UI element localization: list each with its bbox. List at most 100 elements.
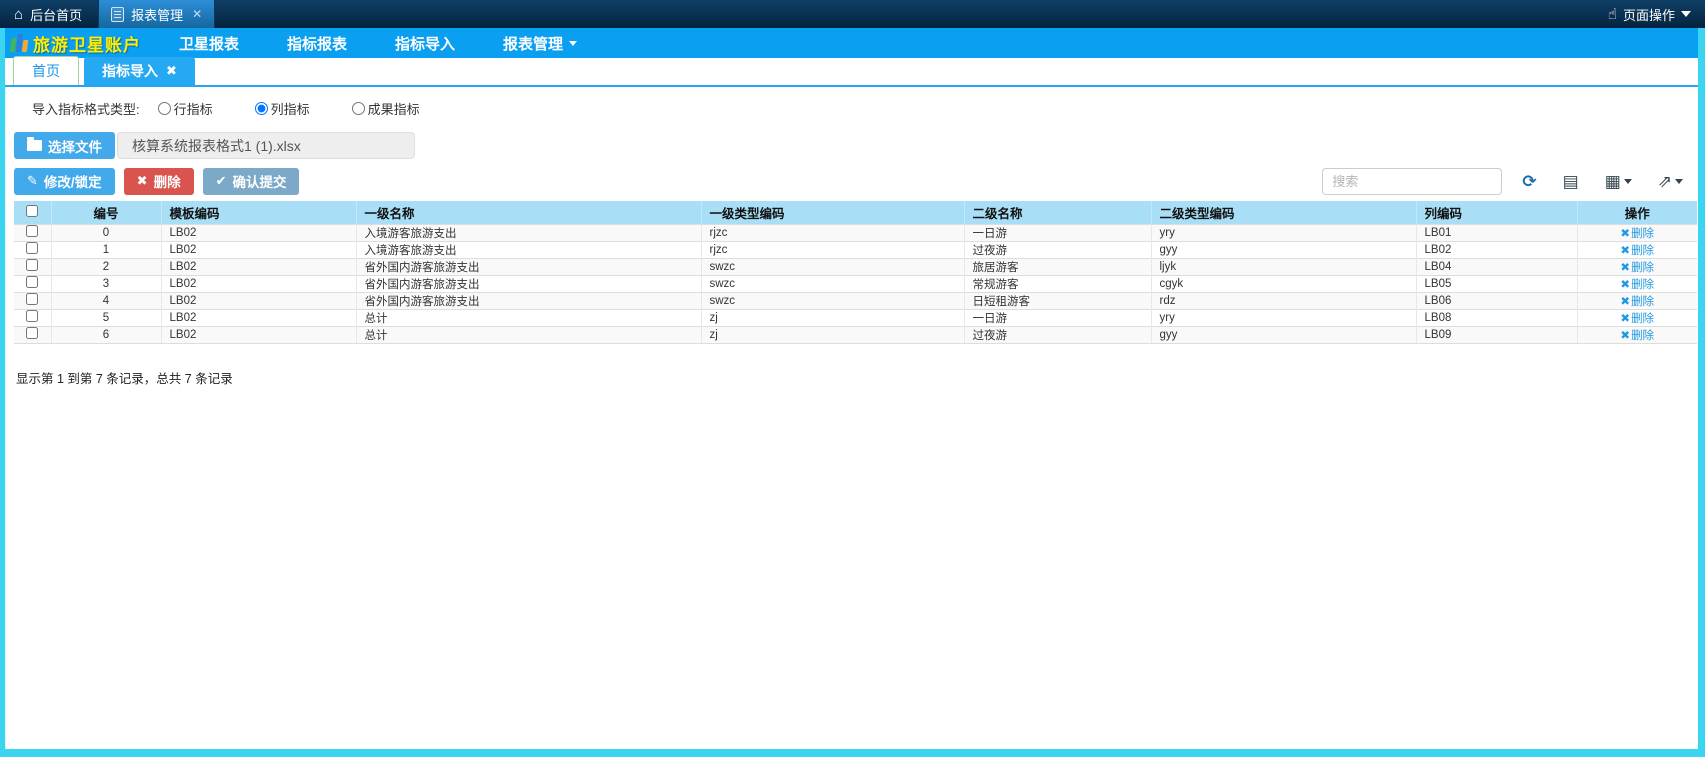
backend-home-label: 后台首页 [30,5,82,24]
caret-down-icon [1681,11,1691,17]
choose-file-button[interactable]: 选择文件 [14,132,115,159]
toggle-view-button[interactable]: ▤ [1557,173,1585,190]
column-header-level1-name[interactable]: 一级名称 [356,201,701,224]
delete-button[interactable]: ✖ 删除 [124,168,194,195]
cell-column-code: LB02 [1416,241,1577,258]
confirm-submit-button[interactable]: ✔ 确认提交 [203,168,300,195]
cell-level2-type-code: rdz [1151,292,1416,309]
column-header-row-number[interactable]: 编号 [51,201,161,224]
row-delete-link[interactable]: ✖删除 [1620,313,1654,325]
radio-option-label: 成果指标 [368,99,420,118]
column-header-operation[interactable]: 操作 [1577,201,1697,224]
row-delete-label: 删除 [1631,228,1654,240]
cell-level2-name: 一日游 [964,224,1151,241]
column-header-level2-name[interactable]: 二级名称 [964,201,1151,224]
cell-template-code: LB02 [161,224,356,241]
select-all-checkbox[interactable] [26,205,38,217]
column-header-level2-type-code[interactable]: 二级类型编码 [1151,201,1416,224]
top-tab-report-management[interactable]: 报表管理 ✕ [98,0,215,28]
cell-template-code: LB02 [161,241,356,258]
cell-level2-type-code: gyy [1151,326,1416,343]
modify-lock-label: 修改/锁定 [44,171,102,191]
row-checkbox[interactable] [26,242,38,254]
menu-item-label: 卫星报表 [179,33,239,54]
cell-operation: ✖删除 [1577,241,1697,258]
row-delete-link[interactable]: ✖删除 [1620,296,1654,308]
row-checkbox[interactable] [26,310,38,322]
cell-level2-type-code: ljyk [1151,258,1416,275]
cell-level2-type-code: cgyk [1151,275,1416,292]
cell-operation: ✖删除 [1577,258,1697,275]
cell-level2-name: 旅居游客 [964,258,1151,275]
app-window: ⌂ 后台首页 报表管理 ✕ ☝ 页面操作 旅游卫星账户 卫星报表指标报表指标导入… [0,0,1705,757]
table-row: 5LB02总计zj一日游yryLB08✖删除 [14,309,1697,326]
row-checkbox[interactable] [26,259,38,271]
caret-down-icon [1675,179,1683,184]
row-delete-label: 删除 [1631,245,1654,257]
row-checkbox[interactable] [26,293,38,305]
menu-item-1[interactable]: 卫星报表 [155,28,263,58]
cell-level1-name: 总计 [356,309,701,326]
main-panel: 导入指标格式类型: 行指标列指标成果指标 选择文件 核算系统报表格式1 (1).… [5,87,1698,749]
row-checkbox[interactable] [26,327,38,339]
search-input[interactable] [1322,168,1502,195]
cell-row-number: 5 [51,309,161,326]
confirm-submit-label: 确认提交 [232,171,286,191]
cell-template-code: LB02 [161,292,356,309]
columns-button[interactable]: ▦ [1599,173,1638,190]
row-delete-link[interactable]: ✖删除 [1620,228,1654,240]
cell-level1-type-code: rjzc [701,241,964,258]
cell-operation: ✖删除 [1577,326,1697,343]
menu-item-3[interactable]: 指标导入 [371,28,479,58]
row-delete-link[interactable]: ✖删除 [1620,245,1654,257]
radio-option-1[interactable]: 行指标 [158,99,213,118]
tab-close-icon[interactable]: ✖ [166,63,177,79]
row-checkbox[interactable] [26,276,38,288]
cell-template-code: LB02 [161,309,356,326]
cell-column-code: LB04 [1416,258,1577,275]
main-menu: 卫星报表 指标报表指标导入 报表管理 [155,28,601,58]
row-checkbox[interactable] [26,225,38,237]
top-tab-close-icon[interactable]: ✕ [192,7,202,21]
backend-home-button[interactable]: ⌂ 后台首页 [0,0,98,28]
column-header-template-code[interactable]: 模板编码 [161,201,356,224]
radio-option-3[interactable]: 成果指标 [352,99,420,118]
export-button[interactable]: ⇗ [1652,173,1689,190]
row-delete-icon: ✖ [1620,296,1630,308]
brand-chart-icon [10,34,30,52]
row-delete-icon: ✖ [1620,245,1630,257]
radio-input[interactable] [352,102,365,115]
row-delete-label: 删除 [1631,330,1654,342]
row-delete-label: 删除 [1631,296,1654,308]
column-header-level1-type-code[interactable]: 一级类型编码 [701,201,964,224]
format-type-label: 导入指标格式类型: [32,99,140,118]
tab-indicator-import[interactable]: 指标导入 ✖ [84,57,195,85]
cell-row-number: 6 [51,326,161,343]
menu-item-2[interactable]: 指标报表 [263,28,371,58]
choose-file-label: 选择文件 [48,136,102,156]
column-header-column-code[interactable]: 列编码 [1416,201,1577,224]
cell-template-code: LB02 [161,258,356,275]
brand-logo[interactable]: 旅游卫星账户 [5,31,155,56]
row-delete-link[interactable]: ✖删除 [1620,330,1654,342]
refresh-button[interactable]: ⟳ [1516,173,1542,190]
row-delete-link[interactable]: ✖删除 [1620,279,1654,291]
table-body: 0LB02入境游客旅游支出rjzc一日游yryLB01✖删除1LB02入境游客旅… [14,224,1697,343]
page-actions-menu[interactable]: ☝ 页面操作 [1594,0,1705,28]
radio-input[interactable] [158,102,171,115]
cell-level1-type-code: zj [701,309,964,326]
cell-level1-type-code: swzc [701,275,964,292]
menu-item-label: 报表管理 [503,33,563,54]
tab-home[interactable]: 首页 [13,56,79,85]
row-delete-link[interactable]: ✖删除 [1620,262,1654,274]
radio-option-2[interactable]: 列指标 [255,99,310,118]
toolbar-right-group: ⟳ ▤ ▦ ⇗ [1322,168,1695,195]
radio-input[interactable] [255,102,268,115]
cross-icon: ✖ [137,173,148,189]
cell-column-code: LB08 [1416,309,1577,326]
menu-item-4[interactable]: 报表管理 [479,28,601,58]
modify-lock-button[interactable]: ✎ 修改/锁定 [14,168,115,195]
delete-label: 删除 [154,171,181,191]
refresh-icon: ⟳ [1522,173,1536,190]
cell-operation: ✖删除 [1577,275,1697,292]
